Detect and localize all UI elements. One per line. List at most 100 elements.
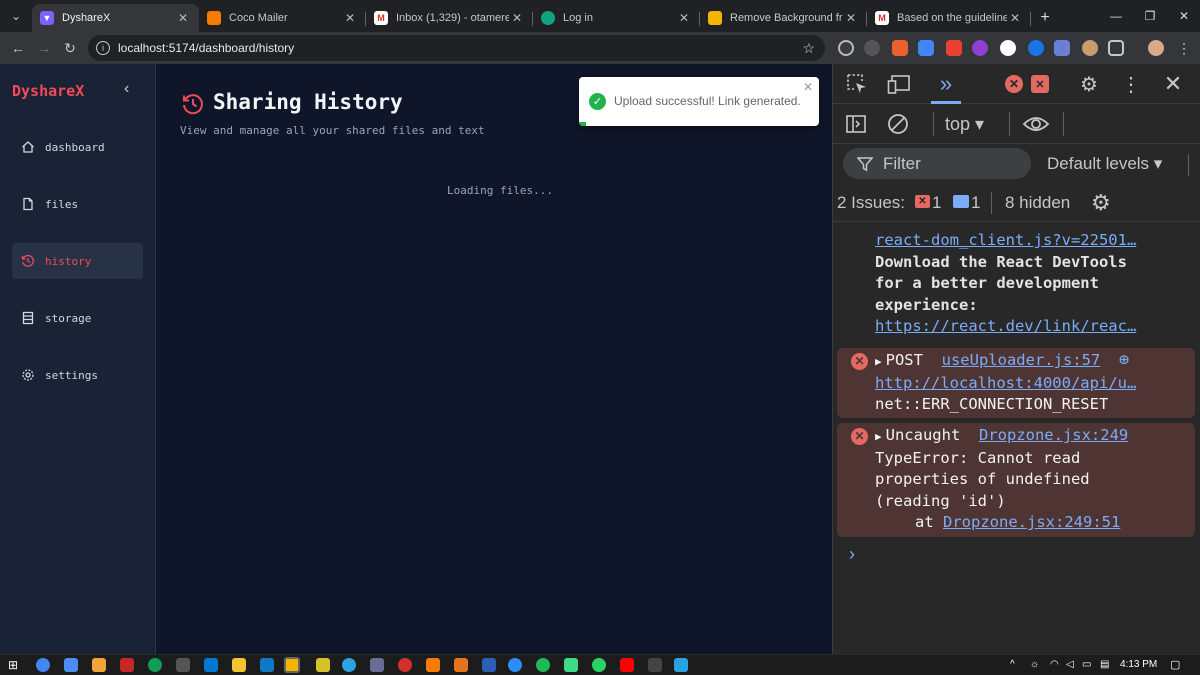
extension-metamask-icon[interactable] — [892, 40, 908, 56]
volume-icon[interactable]: ◁ — [1066, 658, 1080, 672]
android-studio-taskbar-icon[interactable] — [564, 658, 578, 672]
site-info-icon[interactable]: i — [96, 41, 110, 55]
new-tab-button[interactable]: + — [1031, 4, 1059, 32]
tab-dysharex[interactable]: ▼ DysharеX ✕ — [32, 4, 199, 32]
console-filter-input[interactable]: Filter — [843, 148, 1031, 179]
vlc-taskbar-icon[interactable] — [426, 658, 440, 672]
extension-globe-icon[interactable] — [864, 40, 880, 56]
network-request-icon[interactable]: ⊕ — [1119, 350, 1129, 370]
profile-avatar[interactable] — [1148, 40, 1164, 56]
edge-taskbar-icon[interactable] — [148, 658, 162, 672]
inspect-element-icon[interactable] — [843, 70, 871, 98]
react-source-link[interactable]: react-dom_client.js?v=22501… — [875, 230, 1200, 252]
close-window-button[interactable]: ✕ — [1164, 0, 1200, 32]
sidebar-item-dashboard[interactable]: dashboard — [12, 129, 143, 165]
error-issue-icon[interactable]: ✕ — [915, 195, 930, 208]
bookmark-star-icon[interactable]: ☆ — [802, 40, 815, 57]
extension-record-icon[interactable] — [838, 40, 854, 56]
spotify-taskbar-icon[interactable] — [536, 658, 550, 672]
tray-expand-icon[interactable]: ^ — [1010, 658, 1024, 672]
close-tab-icon[interactable]: ✕ — [1007, 11, 1023, 25]
battery-icon[interactable]: ▭ — [1082, 658, 1096, 672]
hidden-issues-count[interactable]: 8 hidden — [1005, 193, 1070, 213]
whatsapp-taskbar-icon[interactable] — [592, 658, 606, 672]
app-taskbar-icon[interactable] — [176, 658, 190, 672]
issue-count-icon[interactable]: ✕ — [1031, 75, 1049, 93]
stack-frame-link[interactable]: Dropzone.jsx:249:51 — [943, 513, 1120, 531]
taskbar-clock[interactable]: 4:13 PM — [1120, 659, 1157, 670]
extension-badge-icon[interactable] — [1054, 40, 1070, 56]
tab-log-in[interactable]: Log in ✕ — [533, 4, 700, 32]
expand-triangle-icon[interactable]: ▶ — [875, 355, 882, 368]
windows-start-icon[interactable]: ⊞ — [8, 658, 22, 672]
sidebar-item-storage[interactable]: storage — [12, 300, 143, 336]
back-button[interactable]: ← — [4, 34, 32, 62]
request-url-link[interactable]: http://localhost:4000/api/u… — [875, 373, 1195, 395]
device-toolbar-icon[interactable] — [885, 70, 913, 98]
tab-remove-background[interactable]: Remove Background from Im ✕ — [700, 4, 867, 32]
address-bar[interactable]: i localhost:5174/dashboard/history ☆ — [88, 35, 825, 61]
chrome-taskbar-icon[interactable] — [36, 658, 50, 672]
extension-shield-icon[interactable] — [972, 40, 988, 56]
expand-triangle-icon[interactable]: ▶ — [875, 430, 882, 443]
devtools-settings-icon[interactable]: ⚙ — [1075, 70, 1103, 98]
console-prompt[interactable]: › — [849, 544, 855, 565]
outlook-taskbar-icon[interactable] — [204, 658, 218, 672]
extension-pdf-icon[interactable] — [946, 40, 962, 56]
sidebar-item-history[interactable]: history — [12, 243, 143, 279]
xampp-taskbar-icon[interactable] — [454, 658, 468, 672]
close-tab-icon[interactable]: ✕ — [342, 11, 358, 25]
record-taskbar-icon[interactable] — [398, 658, 412, 672]
info-issue-icon[interactable] — [953, 195, 969, 208]
sidebar-toggle-icon[interactable] — [843, 111, 869, 137]
tab-search-button[interactable]: ⌄ — [0, 0, 32, 32]
terminal-taskbar-icon[interactable] — [648, 658, 662, 672]
language-icon[interactable]: ▤ — [1100, 658, 1114, 672]
explorer-taskbar-icon[interactable] — [232, 658, 246, 672]
vscode-taskbar-icon[interactable] — [260, 658, 274, 672]
more-panels-icon[interactable]: » — [931, 70, 961, 98]
context-selector[interactable]: top ▾ — [945, 114, 984, 135]
brightness-icon[interactable]: ☼ — [1030, 658, 1044, 672]
browser-menu-icon[interactable]: ⋮ — [1176, 40, 1192, 56]
app-taskbar-icon[interactable] — [120, 658, 134, 672]
console-settings-icon[interactable]: ⚙ — [1091, 190, 1111, 216]
sidebar-item-files[interactable]: files — [12, 186, 143, 222]
collapse-sidebar-button[interactable]: ‹ — [124, 80, 129, 98]
telegram-taskbar-icon[interactable] — [342, 658, 356, 672]
zoom-taskbar-icon[interactable] — [508, 658, 522, 672]
close-tab-icon[interactable]: ✕ — [175, 11, 191, 25]
live-expression-eye-icon[interactable] — [1021, 111, 1051, 137]
word-taskbar-icon[interactable] — [482, 658, 496, 672]
log-levels-dropdown[interactable]: Default levels ▾ — [1047, 154, 1162, 174]
close-toast-icon[interactable]: ✕ — [803, 80, 813, 94]
youtube-taskbar-icon[interactable] — [620, 658, 634, 672]
extension-pen-icon[interactable] — [1000, 40, 1016, 56]
app-taskbar-icon[interactable] — [64, 658, 78, 672]
extension-cookie-icon[interactable] — [1082, 40, 1098, 56]
forward-button[interactable]: → — [30, 34, 58, 62]
tab-gmail-guidelines[interactable]: M Based on the guidelines, the ✕ — [867, 4, 1031, 32]
extension-blue-icon[interactable] — [1028, 40, 1044, 56]
clear-console-icon[interactable] — [885, 111, 911, 137]
chrome-active-taskbar-icon[interactable] — [284, 657, 300, 673]
notifications-icon[interactable]: ▢ — [1170, 658, 1184, 672]
app-taskbar-icon[interactable] — [370, 658, 384, 672]
app-taskbar-icon[interactable] — [316, 658, 330, 672]
app-taskbar-icon[interactable] — [92, 658, 106, 672]
react-devtools-link[interactable]: https://react.dev/link/reac… — [875, 316, 1200, 338]
error-source-link[interactable]: Dropzone.jsx:249 — [979, 426, 1128, 444]
telegram-active-taskbar-icon[interactable] — [674, 658, 688, 672]
reload-button[interactable]: ↻ — [56, 34, 84, 62]
devtools-menu-icon[interactable]: ⋮ — [1119, 70, 1143, 98]
sidebar-item-settings[interactable]: settings — [12, 357, 143, 393]
close-tab-icon[interactable]: ✕ — [843, 11, 859, 25]
extensions-puzzle-icon[interactable] — [1108, 40, 1124, 56]
error-count-icon[interactable]: ✕ — [1005, 75, 1023, 93]
error-source-link[interactable]: useUploader.js:57 — [942, 351, 1101, 369]
extension-docs-icon[interactable] — [918, 40, 934, 56]
tab-gmail-inbox[interactable]: M Inbox (1,329) - otamereisrael ✕ — [366, 4, 533, 32]
close-tab-icon[interactable]: ✕ — [509, 11, 525, 25]
tab-coco-mailer[interactable]: Coco Mailer ✕ — [199, 4, 366, 32]
close-devtools-icon[interactable]: ✕ — [1159, 70, 1187, 98]
